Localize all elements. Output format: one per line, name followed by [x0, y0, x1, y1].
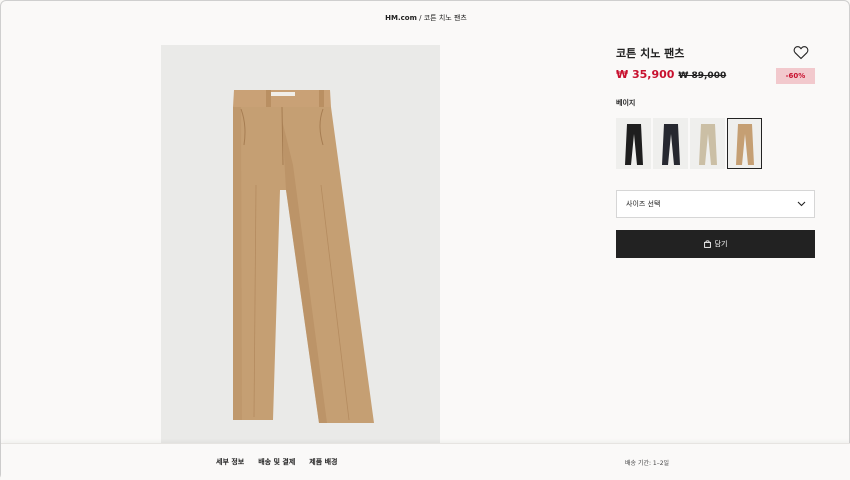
breadcrumb-home-link[interactable]: HM.com [385, 14, 417, 22]
swatch-black[interactable] [616, 118, 651, 169]
breadcrumb: HM.com / 코튼 치노 팬츠 [1, 13, 850, 23]
size-select-value: 사이즈 선택 [626, 200, 661, 208]
pants-image-icon [233, 90, 374, 423]
swatch-light-beige[interactable] [690, 118, 725, 169]
color-swatches [616, 118, 762, 169]
breadcrumb-current: 코튼 치노 팬츠 [423, 14, 467, 22]
product-title: 코튼 치노 팬츠 [616, 47, 685, 60]
beige-pants-thumbnail-icon [735, 123, 754, 165]
tab-product-background[interactable]: 제품 배경 [309, 457, 337, 467]
footer-bar: 세부 정보 배송 및 결제 제품 배경 배송 기간: 1–2일 [1, 443, 850, 480]
swatch-dark-navy[interactable] [653, 118, 688, 169]
navy-pants-thumbnail-icon [661, 123, 680, 165]
product-image[interactable] [161, 45, 440, 444]
black-pants-thumbnail-icon [624, 123, 643, 165]
page: HM.com / 코튼 치노 팬츠 코튼 치노 팬츠 ₩ 35,900 ₩ 89… [0, 0, 850, 480]
breadcrumb-separator: / [419, 14, 422, 22]
discount-badge: -60% [776, 68, 815, 84]
chevron-down-icon [797, 201, 806, 207]
original-price: ₩ 89,000 [678, 71, 727, 81]
tab-delivery-payment[interactable]: 배송 및 결제 [258, 457, 295, 467]
add-to-bag-button[interactable]: 담기 [616, 230, 815, 258]
heart-icon[interactable] [793, 45, 809, 60]
footer-tabs: 세부 정보 배송 및 결제 제품 배경 [216, 457, 337, 467]
add-to-bag-label: 담기 [714, 240, 728, 248]
light-beige-pants-thumbnail-icon [698, 123, 717, 165]
tab-details[interactable]: 세부 정보 [216, 457, 244, 467]
color-label: 베이지 [616, 99, 636, 107]
size-select[interactable]: 사이즈 선택 [616, 190, 815, 218]
delivery-time: 배송 기간: 1–2일 [625, 460, 670, 467]
shopping-bag-icon [703, 240, 711, 248]
sale-price: ₩ 35,900 [616, 68, 675, 81]
swatch-beige[interactable] [727, 118, 762, 169]
price-row: ₩ 35,900 ₩ 89,000 [616, 68, 726, 81]
